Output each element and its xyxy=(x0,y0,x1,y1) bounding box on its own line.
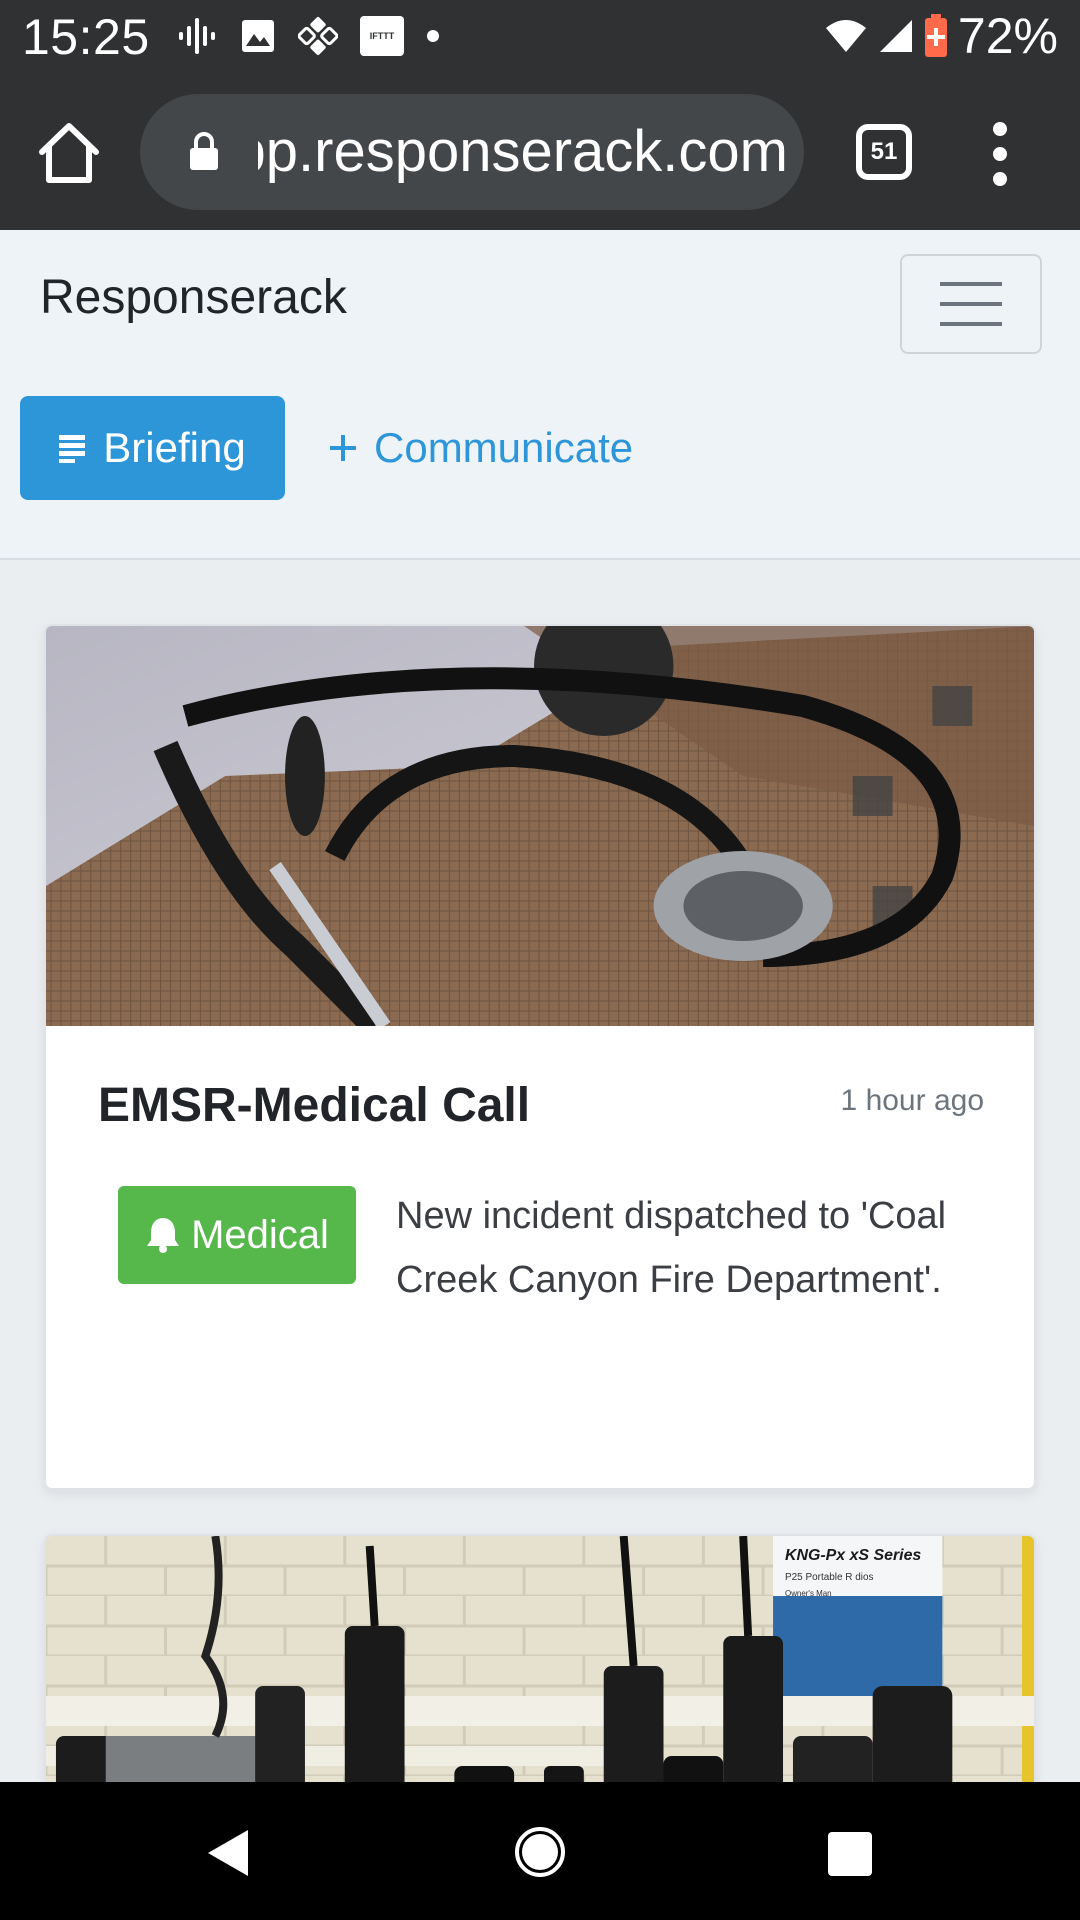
recents-icon[interactable] xyxy=(828,1832,872,1876)
more-vertical-icon[interactable] xyxy=(982,122,1018,186)
communicate-link[interactable]: Communicate xyxy=(330,396,633,500)
ifttt-icon: IFTTT xyxy=(360,16,404,56)
cell-signal-icon xyxy=(879,20,912,52)
manual-cover-text: KNG-Px xS Series xyxy=(785,1547,921,1564)
card-title[interactable]: EMSR-Medical Call xyxy=(98,1078,530,1133)
badge-label: Medical xyxy=(191,1212,329,1257)
briefing-button[interactable]: Briefing xyxy=(20,396,285,500)
lock-icon[interactable] xyxy=(188,132,220,172)
image-icon xyxy=(242,20,274,52)
list-icon xyxy=(59,435,86,463)
battery-percent: 72% xyxy=(957,8,1058,64)
site-navbar: Responserack Briefing Communicate xyxy=(0,230,1080,560)
site-brand[interactable]: Responserack xyxy=(40,270,347,325)
wifi-icon xyxy=(825,20,866,52)
stethoscope-photo xyxy=(46,626,1034,1026)
category-badge: Medical xyxy=(118,1186,356,1284)
status-bar: 15:25 IFTTT 72% xyxy=(0,0,1080,76)
dot-icon xyxy=(427,30,439,42)
briefing-label: Briefing xyxy=(103,424,246,471)
incident-card[interactable]: EMSR-Medical Call 1 hour ago Medical New… xyxy=(44,624,1036,1490)
system-navigation-bar xyxy=(0,1782,1080,1920)
back-icon[interactable] xyxy=(206,1828,250,1878)
notification-icons: IFTTT xyxy=(176,14,440,58)
status-time: 15:25 xyxy=(22,9,150,65)
card-timestamp: 1 hour ago xyxy=(840,1084,984,1117)
browser-toolbar: app.responserack.com 51 xyxy=(0,76,1080,230)
ifttt-label: IFTTT xyxy=(369,31,395,41)
plus-icon xyxy=(330,435,356,461)
tab-switcher-button[interactable]: 51 xyxy=(856,124,912,180)
app-grid-icon xyxy=(298,17,338,55)
manual-cover-subtext: P25 Portable R dios xyxy=(785,1572,873,1583)
url-bar[interactable]: app.responserack.com xyxy=(140,94,804,210)
card-description: New incident dispatched to 'Coal Creek C… xyxy=(396,1195,947,1301)
podcast-icon xyxy=(179,18,215,54)
url-text[interactable]: app.responserack.com xyxy=(258,118,788,185)
navbar-toggle-button[interactable] xyxy=(900,254,1042,354)
home-icon[interactable] xyxy=(36,120,102,186)
system-icons: 72% xyxy=(824,8,1058,64)
manual-cover-owner: Owner's Man xyxy=(785,1589,832,1598)
battery-charging-icon xyxy=(924,14,947,57)
bell-icon xyxy=(147,1218,180,1253)
home-nav-icon[interactable] xyxy=(514,1826,566,1878)
communicate-label: Communicate xyxy=(374,424,634,471)
